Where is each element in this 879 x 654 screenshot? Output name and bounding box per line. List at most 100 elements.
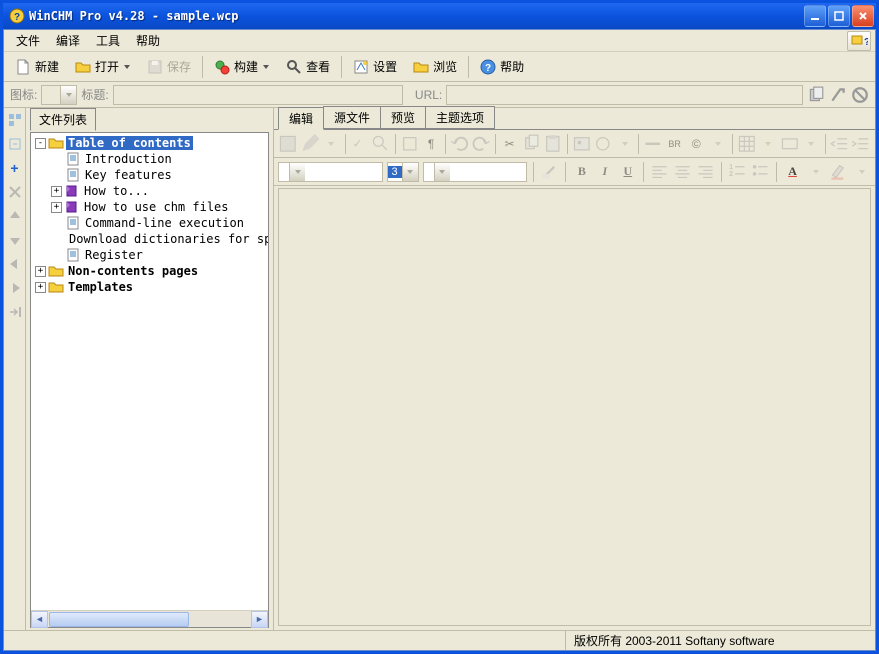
- image-icon[interactable]: [572, 133, 592, 155]
- br-icon[interactable]: BR: [665, 133, 685, 155]
- style-combo[interactable]: [278, 162, 383, 182]
- dropdown-icon[interactable]: [708, 133, 728, 155]
- content-tree[interactable]: - Table of contents Introduction Key fea…: [31, 133, 268, 610]
- font-color-icon[interactable]: A: [783, 162, 802, 182]
- settings-button[interactable]: 设置: [346, 55, 404, 79]
- find-icon[interactable]: [371, 133, 391, 155]
- outdent-icon[interactable]: [830, 133, 850, 155]
- move-down-icon[interactable]: [7, 232, 23, 248]
- paragraph-icon[interactable]: ¶: [421, 133, 441, 155]
- copy-icon[interactable]: [807, 86, 825, 104]
- dropdown-icon[interactable]: [321, 133, 341, 155]
- style-icon[interactable]: [400, 133, 420, 155]
- bold-icon[interactable]: B: [572, 162, 591, 182]
- menu-compile[interactable]: 编译: [48, 30, 88, 51]
- delete-icon[interactable]: [7, 184, 23, 200]
- font-combo[interactable]: [423, 162, 528, 182]
- link-icon[interactable]: [593, 133, 613, 155]
- build-dropdown[interactable]: [262, 65, 270, 69]
- save-button[interactable]: 保存: [140, 55, 198, 79]
- url-field[interactable]: [446, 85, 803, 105]
- dropdown-icon[interactable]: [852, 162, 871, 182]
- menu-tools[interactable]: 工具: [88, 30, 128, 51]
- align-right-icon[interactable]: [696, 162, 715, 182]
- paste-icon[interactable]: [543, 133, 563, 155]
- tree-item[interactable]: Download dictionaries for sp: [31, 231, 268, 247]
- scroll-right-icon[interactable]: ►: [251, 611, 268, 628]
- collapse-icon[interactable]: -: [35, 138, 46, 149]
- open-button[interactable]: 打开: [68, 55, 138, 79]
- highlight-icon[interactable]: [829, 162, 848, 182]
- fontsize-combo[interactable]: 3: [387, 162, 419, 182]
- indent-icon[interactable]: [851, 133, 871, 155]
- align-left-icon[interactable]: [650, 162, 669, 182]
- underline-icon[interactable]: U: [618, 162, 637, 182]
- scroll-left-icon[interactable]: ◄: [31, 611, 48, 628]
- edit-icon[interactable]: [300, 133, 320, 155]
- tab-preview[interactable]: 预览: [380, 106, 426, 129]
- tree-item[interactable]: Key features: [31, 167, 268, 183]
- cut-icon[interactable]: ✂: [500, 133, 520, 155]
- tree-expand-icon[interactable]: [7, 112, 23, 128]
- tree-collapse-icon[interactable]: [7, 136, 23, 152]
- ordered-list-icon[interactable]: 12: [728, 162, 747, 182]
- tree-item[interactable]: Command-line execution: [31, 215, 268, 231]
- expand-icon[interactable]: +: [51, 202, 62, 213]
- title-bar[interactable]: ? WinCHM Pro v4.28 - sample.wcp: [3, 3, 876, 29]
- tab-source[interactable]: 源文件: [323, 106, 381, 129]
- tree-item[interactable]: + How to...: [31, 183, 268, 199]
- hr-icon[interactable]: [643, 133, 663, 155]
- menu-file[interactable]: 文件: [8, 30, 48, 51]
- tree-root[interactable]: - Table of contents: [31, 135, 268, 151]
- indent-icon[interactable]: [7, 304, 23, 320]
- scroll-thumb[interactable]: [49, 612, 189, 627]
- dropdown-icon[interactable]: [758, 133, 778, 155]
- clear-format-icon[interactable]: [540, 162, 559, 182]
- italic-icon[interactable]: I: [595, 162, 614, 182]
- tree-item[interactable]: Register: [31, 247, 268, 263]
- move-up-icon[interactable]: [7, 208, 23, 224]
- align-center-icon[interactable]: [673, 162, 692, 182]
- title-field[interactable]: [113, 85, 403, 105]
- open-dropdown[interactable]: [123, 65, 131, 69]
- dropdown-icon[interactable]: [801, 133, 821, 155]
- dropdown-icon[interactable]: [806, 162, 825, 182]
- tree-item[interactable]: + How to use chm files: [31, 199, 268, 215]
- minimize-button[interactable]: [804, 5, 826, 27]
- tree-item[interactable]: + Non-contents pages: [31, 263, 268, 279]
- cell-icon[interactable]: [780, 133, 800, 155]
- build-button[interactable]: 构建: [207, 55, 277, 79]
- save-icon[interactable]: [278, 133, 298, 155]
- file-list-tab[interactable]: 文件列表: [30, 108, 96, 131]
- undo-icon[interactable]: [450, 133, 470, 155]
- unordered-list-icon[interactable]: [751, 162, 770, 182]
- expand-icon[interactable]: +: [35, 266, 46, 277]
- block-icon[interactable]: [851, 86, 869, 104]
- help-button[interactable]: ? 帮助: [473, 55, 531, 79]
- expand-icon[interactable]: +: [51, 186, 62, 197]
- tree-item[interactable]: + Templates: [31, 279, 268, 295]
- icon-combo[interactable]: [41, 85, 77, 105]
- tree-item[interactable]: Introduction: [31, 151, 268, 167]
- menu-help[interactable]: 帮助: [128, 30, 168, 51]
- tab-options[interactable]: 主题选项: [425, 106, 495, 129]
- add-icon[interactable]: +: [7, 160, 23, 176]
- tree-hscrollbar[interactable]: ◄ ►: [31, 610, 268, 627]
- spellcheck-icon[interactable]: ✓: [350, 133, 370, 155]
- editor-body[interactable]: [278, 188, 871, 626]
- move-left-icon[interactable]: [7, 256, 23, 272]
- view-button[interactable]: 查看: [279, 55, 337, 79]
- browse-button[interactable]: 浏览: [406, 55, 464, 79]
- dropdown-icon[interactable]: [615, 133, 635, 155]
- expand-icon[interactable]: +: [35, 282, 46, 293]
- maximize-button[interactable]: [828, 5, 850, 27]
- context-help-button[interactable]: ?: [847, 31, 871, 51]
- tab-edit[interactable]: 编辑: [278, 107, 324, 130]
- close-button[interactable]: [852, 5, 874, 27]
- new-button[interactable]: 新建: [8, 55, 66, 79]
- link-icon[interactable]: [829, 86, 847, 104]
- redo-icon[interactable]: [471, 133, 491, 155]
- copyright-icon[interactable]: ©: [686, 133, 706, 155]
- move-right-icon[interactable]: [7, 280, 23, 296]
- copy-icon[interactable]: [522, 133, 542, 155]
